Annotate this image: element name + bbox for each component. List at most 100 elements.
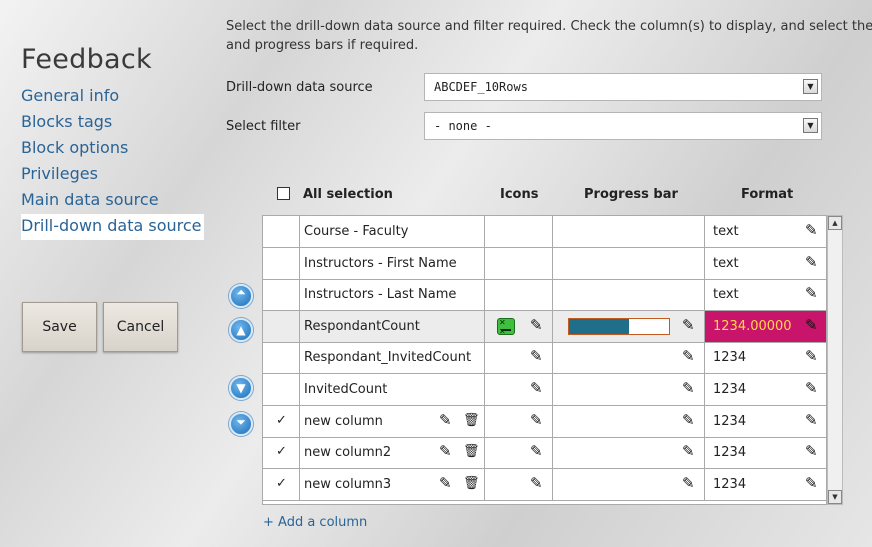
format-cell: text ✎ bbox=[705, 279, 826, 310]
column-name: Respondant_InvitedCount bbox=[304, 350, 472, 365]
add-column-link[interactable]: + Add a column bbox=[263, 515, 367, 530]
format-value: 1234 bbox=[713, 350, 747, 365]
progress-bar-preview bbox=[568, 318, 670, 335]
column-name-cell: Instructors - First Name bbox=[300, 248, 485, 279]
source-select-value: ABCDEF_10Rows bbox=[434, 80, 528, 94]
header-all-selection: All selection bbox=[303, 187, 393, 202]
icons-cell bbox=[485, 216, 553, 247]
row-checkmark[interactable]: ✓ bbox=[276, 476, 287, 491]
edit-format-pencil-icon[interactable]: ✎ bbox=[805, 442, 818, 460]
cancel-button[interactable]: Cancel bbox=[103, 302, 178, 352]
table-scrollbar[interactable]: ▲ ▼ bbox=[827, 215, 843, 505]
header-format: Format bbox=[741, 187, 794, 202]
column-name-cell: new column2 ✎ 🗑 bbox=[300, 437, 485, 468]
edit-format-pencil-icon[interactable]: ✎ bbox=[805, 347, 818, 365]
sidebar-item-general-info[interactable]: General info bbox=[21, 84, 204, 110]
chevron-down-icon[interactable]: ▼ bbox=[803, 79, 818, 94]
format-value: 1234.00000 bbox=[713, 319, 792, 334]
sidebar-item-block-options[interactable]: Block options bbox=[21, 136, 204, 162]
column-name-cell: InvitedCount bbox=[300, 374, 485, 405]
row-checkbox-cell[interactable] bbox=[263, 374, 300, 405]
format-cell: 1234.00000 ✎ bbox=[705, 311, 826, 342]
columns-table: Course - Faculty text ✎ Instructors - First… bbox=[262, 215, 827, 505]
table-row[interactable]: Instructors - Last Name text ✎ bbox=[263, 279, 826, 311]
edit-format-pencil-icon[interactable]: ✎ bbox=[805, 253, 818, 271]
sidebar-item-main-data-source[interactable]: Main data source bbox=[21, 188, 204, 214]
row-checkbox-cell[interactable]: ✓ bbox=[263, 406, 300, 437]
table-row[interactable]: Instructors - First Name text ✎ bbox=[263, 248, 826, 280]
edit-format-pencil-icon[interactable]: ✎ bbox=[805, 316, 818, 334]
edit-format-pencil-icon[interactable]: ✎ bbox=[805, 411, 818, 429]
page-title: Feedback bbox=[21, 44, 152, 75]
edit-icons-pencil-icon[interactable]: ✎ bbox=[530, 411, 543, 429]
format-cell: 1234 ✎ bbox=[705, 406, 826, 437]
edit-progress-pencil-icon[interactable]: ✎ bbox=[682, 316, 695, 334]
source-select[interactable]: ABCDEF_10Rows ▼ bbox=[424, 73, 822, 101]
move-down-button[interactable]: ▼ bbox=[229, 376, 253, 400]
table-row[interactable]: Respondant_InvitedCount ✎ ✎ 1234 ✎ bbox=[263, 342, 826, 374]
scroll-down-arrow-icon[interactable]: ▼ bbox=[828, 490, 842, 504]
table-row[interactable]: ✓ new column2 ✎ 🗑 ✎ ✎ 1234 ✎ bbox=[263, 437, 826, 469]
edit-column-pencil-icon[interactable]: ✎ bbox=[439, 442, 452, 460]
delete-column-trash-icon[interactable]: 🗑 bbox=[463, 444, 480, 459]
table-row[interactable]: RespondantCount ✕ ✕ ✎ ✎ 1234.00000 ✎ bbox=[263, 311, 826, 343]
edit-icons-pencil-icon[interactable]: ✎ bbox=[530, 379, 543, 397]
save-button[interactable]: Save bbox=[22, 302, 97, 352]
row-checkmark[interactable]: ✓ bbox=[276, 413, 287, 428]
icons-cell: ✎ bbox=[485, 342, 553, 373]
edit-icons-pencil-icon[interactable]: ✎ bbox=[530, 474, 543, 492]
column-name-cell: Respondant_InvitedCount bbox=[300, 342, 485, 373]
format-cell: 1234 ✎ bbox=[705, 342, 826, 373]
chevron-down-icon[interactable]: ▼ bbox=[803, 118, 818, 133]
table-row[interactable]: InvitedCount ✎ ✎ 1234 ✎ bbox=[263, 374, 826, 406]
sidebar-item-privileges[interactable]: Privileges bbox=[21, 162, 204, 188]
table-row[interactable]: ✓ new column3 ✎ 🗑 ✎ ✎ 1234 ✎ bbox=[263, 469, 826, 501]
icons-cell bbox=[485, 248, 553, 279]
column-name-cell: Instructors - Last Name bbox=[300, 279, 485, 310]
edit-format-pencil-icon[interactable]: ✎ bbox=[805, 284, 818, 302]
edit-format-pencil-icon[interactable]: ✎ bbox=[805, 379, 818, 397]
delete-column-trash-icon[interactable]: 🗑 bbox=[463, 413, 480, 428]
format-cell: text ✎ bbox=[705, 248, 826, 279]
edit-format-pencil-icon[interactable]: ✎ bbox=[805, 474, 818, 492]
row-checkbox-cell[interactable] bbox=[263, 216, 300, 247]
edit-column-pencil-icon[interactable]: ✎ bbox=[439, 411, 452, 429]
edit-icons-pencil-icon[interactable]: ✎ bbox=[530, 442, 543, 460]
progress-bar-cell bbox=[553, 279, 705, 310]
edit-progress-pencil-icon[interactable]: ✎ bbox=[682, 411, 695, 429]
row-checkbox-cell[interactable] bbox=[263, 279, 300, 310]
sidebar-item-drill-down-data-source[interactable]: Drill-down data source bbox=[21, 214, 204, 240]
table-row[interactable]: ✓ new column ✎ 🗑 ✎ ✎ 1234 ✎ bbox=[263, 406, 826, 438]
instructions-text: Select the drill-down data source and fi… bbox=[226, 19, 872, 53]
table-row[interactable]: Course - Faculty text ✎ bbox=[263, 216, 826, 248]
edit-progress-pencil-icon[interactable]: ✎ bbox=[682, 379, 695, 397]
progress-bar-cell: ✎ bbox=[553, 469, 705, 500]
edit-icons-pencil-icon[interactable]: ✎ bbox=[530, 316, 543, 334]
sidebar-item-blocks-tags[interactable]: Blocks tags bbox=[21, 110, 204, 136]
row-checkbox-cell[interactable]: ✓ bbox=[263, 469, 300, 500]
all-selection-checkbox[interactable] bbox=[277, 187, 290, 200]
row-checkbox-cell[interactable] bbox=[263, 311, 300, 342]
move-up-button[interactable]: ▲ bbox=[229, 318, 253, 342]
edit-progress-pencil-icon[interactable]: ✎ bbox=[682, 474, 695, 492]
move-to-bottom-button[interactable]: ⏷ bbox=[229, 412, 253, 436]
column-name-cell: new column ✎ 🗑 bbox=[300, 406, 485, 437]
filter-select[interactable]: - none - ▼ bbox=[424, 112, 822, 140]
row-checkbox-cell[interactable] bbox=[263, 248, 300, 279]
edit-format-pencil-icon[interactable]: ✎ bbox=[805, 221, 818, 239]
delete-column-trash-icon[interactable]: 🗑 bbox=[463, 476, 480, 491]
edit-progress-pencil-icon[interactable]: ✎ bbox=[682, 347, 695, 365]
edit-icons-pencil-icon[interactable]: ✎ bbox=[530, 347, 543, 365]
edit-progress-pencil-icon[interactable]: ✎ bbox=[682, 442, 695, 460]
move-to-top-button[interactable]: ⏶ bbox=[229, 284, 253, 308]
column-name: new column3 bbox=[304, 477, 392, 492]
column-name: new column2 bbox=[304, 445, 392, 460]
progress-bar-cell: ✎ bbox=[553, 342, 705, 373]
format-value: text bbox=[713, 287, 739, 302]
row-checkbox-cell[interactable] bbox=[263, 342, 300, 373]
row-checkbox-cell[interactable]: ✓ bbox=[263, 437, 300, 468]
row-checkmark[interactable]: ✓ bbox=[276, 444, 287, 459]
scroll-up-arrow-icon[interactable]: ▲ bbox=[828, 216, 842, 230]
icons-cell: ✎ bbox=[485, 406, 553, 437]
edit-column-pencil-icon[interactable]: ✎ bbox=[439, 474, 452, 492]
